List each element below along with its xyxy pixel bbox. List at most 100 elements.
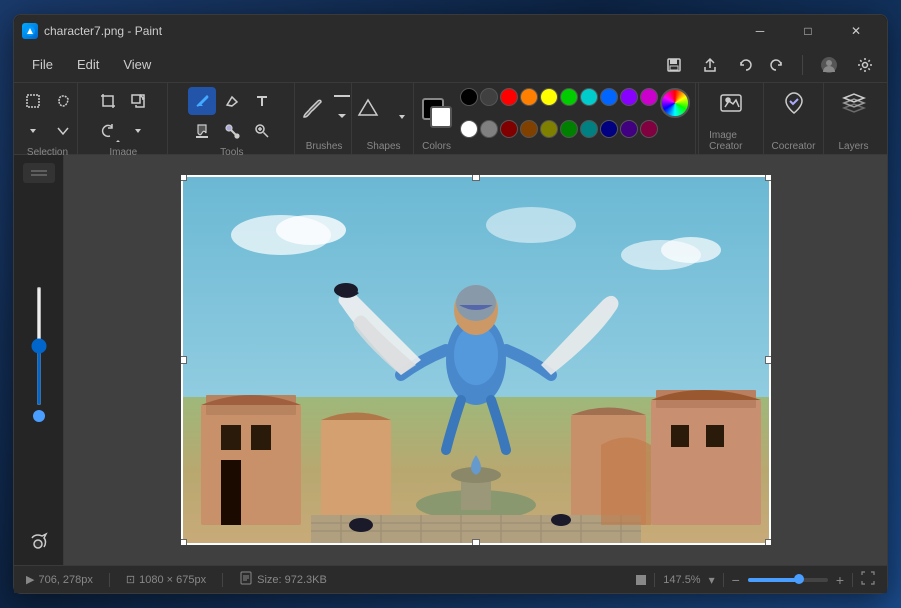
zoom-out-button[interactable]: − [732, 572, 740, 588]
selection-extra-button[interactable] [49, 117, 77, 145]
brush-main-button[interactable] [296, 87, 328, 131]
image-drop-button[interactable] [124, 117, 152, 145]
color-wheel[interactable] [660, 88, 690, 118]
menu-edit[interactable]: Edit [67, 53, 109, 76]
file-size-icon [239, 571, 253, 588]
maximize-button[interactable]: □ [785, 15, 831, 47]
zoom-bar[interactable] [748, 578, 828, 582]
undo-button[interactable] [732, 51, 760, 79]
swatch-gray[interactable] [480, 120, 498, 138]
swatches-row-2 [460, 120, 690, 138]
image-creator-label: Image Creator [709, 130, 753, 152]
menu-file[interactable]: File [22, 53, 63, 76]
zoom-bar-thumb[interactable] [794, 574, 804, 584]
layers-button[interactable]: Layers [823, 83, 883, 154]
cocreator-label: Cocreator [772, 141, 816, 152]
colors-label: Colors [422, 141, 689, 152]
color-picker-button[interactable] [218, 117, 246, 145]
cocreator-button[interactable]: Cocreator [763, 83, 823, 154]
cursor-position: ▶ 706, 278px [26, 573, 93, 586]
swatch-violet[interactable] [620, 88, 638, 106]
fit-button[interactable] [861, 571, 875, 588]
zoom-indicator [636, 575, 646, 585]
crop-button[interactable] [94, 87, 122, 115]
file-size-text: Size: 972.3KB [257, 574, 327, 586]
swatch-darkpink[interactable] [640, 120, 658, 138]
share-button[interactable] [696, 51, 724, 79]
swatch-black[interactable] [460, 88, 478, 106]
minimize-button[interactable]: ─ [737, 15, 783, 47]
ribbon-group-colors: Colors [416, 83, 696, 154]
status-divider-2 [222, 573, 223, 587]
zoom-dot[interactable] [33, 410, 45, 422]
swatch-blue[interactable] [600, 88, 618, 106]
image-creator-button[interactable]: Image Creator [698, 83, 763, 154]
close-button[interactable]: ✕ [833, 15, 879, 47]
swatch-darkorange[interactable] [520, 120, 538, 138]
color2-box[interactable] [430, 106, 452, 128]
resize-button[interactable] [124, 87, 152, 115]
swatch-orange[interactable] [520, 88, 538, 106]
main-window: character7.png - Paint ─ □ ✕ File Edit V… [13, 14, 888, 594]
zoom-slider[interactable] [37, 286, 41, 406]
zoom-in-button[interactable]: + [836, 572, 844, 588]
ribbon-group-image: Image [80, 83, 168, 154]
swatch-yellow[interactable] [540, 88, 558, 106]
selection-rect-button[interactable] [19, 87, 47, 115]
fill-button[interactable] [188, 117, 216, 145]
status-divider-1 [109, 573, 110, 587]
save-button[interactable] [660, 51, 688, 79]
menu-bar-right [660, 51, 879, 79]
main-content [14, 155, 887, 565]
canvas-image[interactable] [181, 175, 771, 545]
status-divider-4 [723, 573, 724, 587]
status-divider-3 [654, 573, 655, 587]
zoom-button[interactable] [248, 117, 276, 145]
color-selector [422, 98, 452, 128]
canvas-size-text: 1080 × 675px [139, 574, 206, 586]
menu-bar: File Edit View [14, 47, 887, 83]
left-tool-extra[interactable] [23, 525, 55, 557]
ribbon-group-brushes: Brushes [297, 83, 352, 154]
swatch-purple[interactable] [620, 120, 638, 138]
selection-drop-button[interactable] [19, 117, 47, 145]
shapes-drop-button[interactable] [388, 103, 416, 131]
colors-row [422, 87, 689, 139]
swatch-white[interactable] [460, 120, 478, 138]
text-button[interactable] [248, 87, 276, 115]
avatar-button[interactable] [815, 51, 843, 79]
redo-button[interactable] [762, 51, 790, 79]
rotate-button[interactable] [94, 117, 122, 145]
pencil-button[interactable] [188, 87, 216, 115]
zoom-handle[interactable] [23, 163, 55, 183]
brushes-content [296, 87, 352, 131]
swatch-darkred[interactable] [500, 120, 518, 138]
zoom-level-text: 147.5% [663, 574, 700, 586]
ribbon-group-selection: Selection [18, 83, 78, 154]
selection-freeform-button[interactable] [49, 87, 77, 115]
swatch-navy[interactable] [600, 120, 618, 138]
swatch-red[interactable] [500, 88, 518, 106]
swatch-teal[interactable] [580, 88, 598, 106]
eraser-button[interactable] [218, 87, 246, 115]
zoom-bar-fill [748, 578, 796, 582]
menu-view[interactable]: View [113, 53, 161, 76]
swatch-pink[interactable] [640, 88, 658, 106]
swatch-darkteal[interactable] [580, 120, 598, 138]
settings-button[interactable] [851, 51, 879, 79]
brushes-label: Brushes [306, 141, 343, 152]
swatch-darkgreen[interactable] [560, 120, 578, 138]
brush-drop-button[interactable] [332, 107, 352, 125]
brush-type-1[interactable] [332, 87, 352, 105]
status-divider-5 [852, 573, 853, 587]
canvas-area[interactable] [64, 155, 887, 565]
ribbon: Selection [14, 83, 887, 155]
swatch-green[interactable] [560, 88, 578, 106]
canvas-wrapper [181, 175, 771, 545]
brush-options [332, 87, 352, 131]
shapes-main-button[interactable] [352, 87, 384, 131]
canvas-size-icon: ⊡ [126, 573, 135, 586]
swatch-olive[interactable] [540, 120, 558, 138]
swatch-darkgray[interactable] [480, 88, 498, 106]
zoom-dropdown-button[interactable]: ▾ [709, 573, 715, 587]
